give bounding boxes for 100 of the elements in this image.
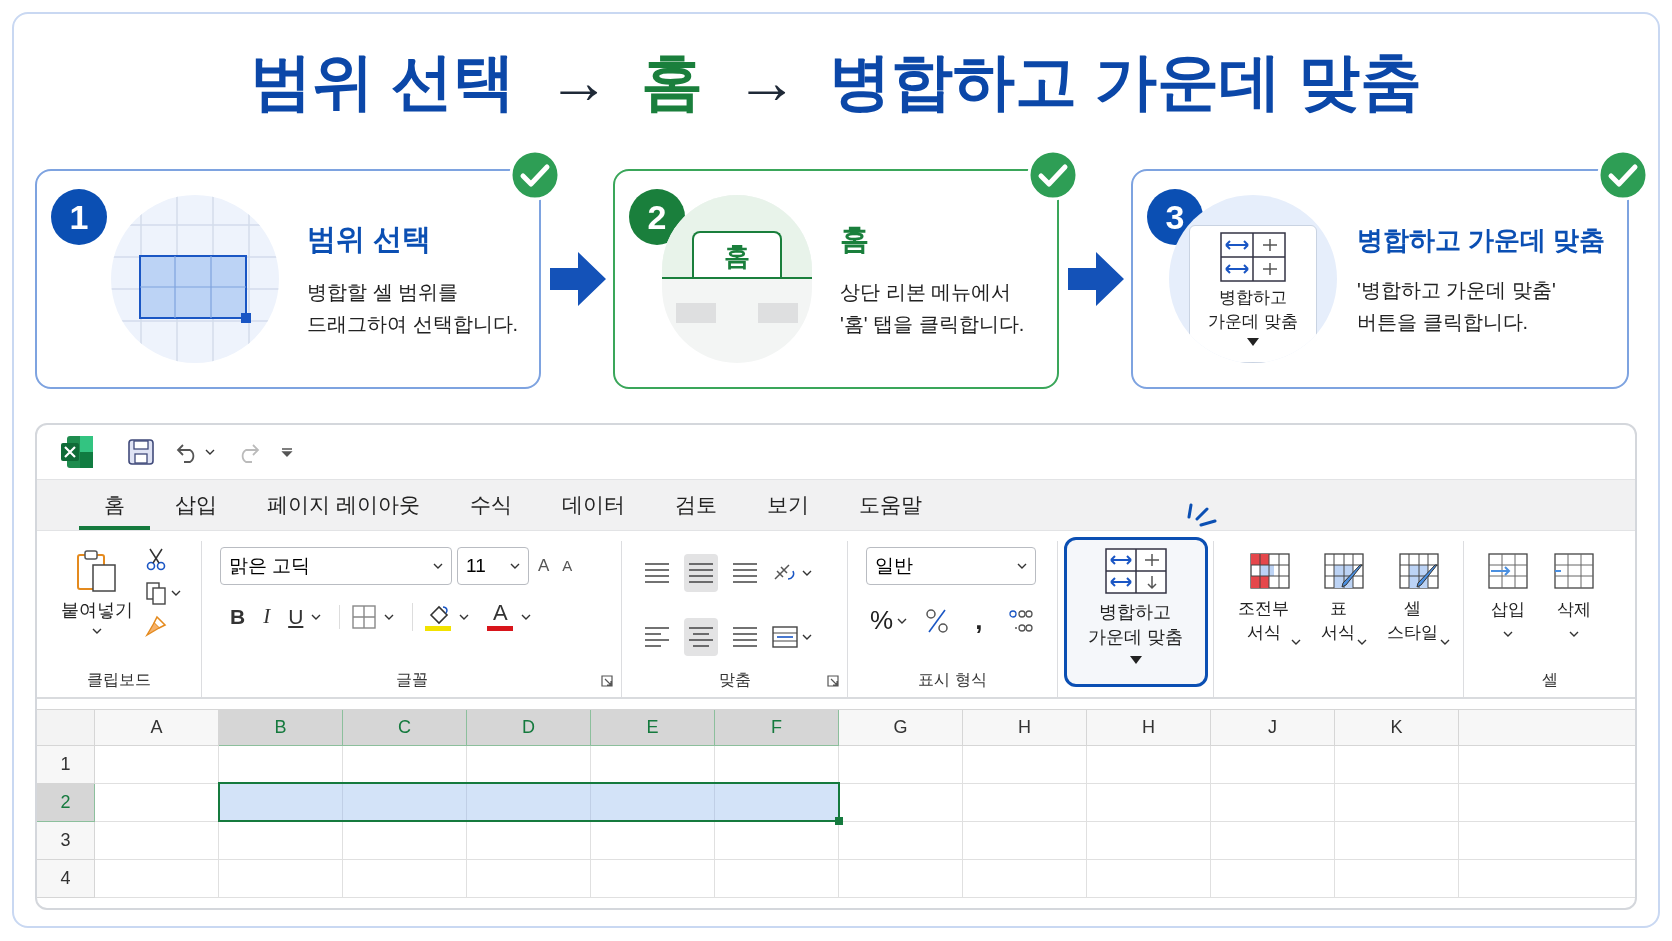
table-cell[interactable] — [95, 746, 219, 784]
row-header[interactable]: 3 — [37, 822, 95, 860]
dialog-launcher-icon[interactable] — [601, 675, 613, 687]
column-header[interactable]: B — [219, 710, 343, 746]
conditional-format-button[interactable]: 조전부 서식 — [1238, 553, 1301, 663]
grow-font-button[interactable]: A — [534, 553, 554, 579]
delete-cells-button[interactable]: 삭제 — [1554, 553, 1594, 663]
brush-icon[interactable] — [145, 615, 167, 637]
ribbon-tab[interactable]: 검토 — [649, 480, 742, 530]
table-cell[interactable] — [591, 784, 715, 822]
fill-color-button[interactable] — [412, 602, 470, 631]
table-cell[interactable] — [963, 822, 1087, 860]
cell-styles-button[interactable]: 셀 스타일 — [1387, 553, 1450, 663]
middle-align-button[interactable] — [684, 554, 718, 592]
table-cell[interactable] — [467, 784, 591, 822]
table-cell[interactable] — [591, 860, 715, 898]
group-label: 셀 — [1541, 670, 1558, 690]
merge-icon — [772, 625, 798, 649]
font-size-dropdown[interactable]: 11 — [457, 547, 529, 585]
table-cell[interactable] — [1087, 860, 1211, 898]
table-cell[interactable] — [839, 746, 963, 784]
shrink-font-button[interactable]: A — [558, 554, 577, 578]
merge-options-button[interactable] — [772, 625, 812, 649]
column-header[interactable]: C — [343, 710, 467, 746]
italic-button[interactable]: I — [263, 601, 271, 633]
decimal-places-icon[interactable] — [1008, 607, 1035, 634]
ribbon-tab[interactable]: 페이지 레이아웃 — [242, 480, 445, 530]
column-header[interactable]: H — [1087, 710, 1211, 746]
column-header[interactable]: A — [95, 710, 219, 746]
table-cell[interactable] — [219, 860, 343, 898]
table-cell[interactable] — [715, 784, 839, 822]
column-header[interactable] — [1459, 710, 1635, 746]
row-header[interactable]: 2 — [37, 784, 95, 822]
format-table-button[interactable]: 표 서식 — [1321, 553, 1367, 663]
font-name-dropdown[interactable]: 맑은 고딕 — [220, 547, 452, 585]
percent-style-icon[interactable] — [925, 607, 950, 634]
row-header[interactable]: 4 — [37, 860, 95, 898]
chevron-down-icon — [897, 617, 908, 624]
merge-and-center-button[interactable]: 병합하고 가운데 맞춤 — [1063, 537, 1208, 687]
table-cell[interactable] — [343, 860, 467, 898]
table-cell[interactable] — [95, 822, 219, 860]
table-cell[interactable] — [1335, 746, 1459, 784]
ribbon-tab[interactable]: 보기 — [741, 480, 834, 530]
customize-toolbar-icon[interactable] — [281, 447, 293, 457]
number-format-dropdown[interactable]: 일반 — [866, 547, 1036, 585]
column-header[interactable]: E — [591, 710, 715, 746]
table-cell[interactable] — [1335, 860, 1459, 898]
dialog-launcher-icon[interactable] — [827, 675, 839, 687]
column-header[interactable]: H — [963, 710, 1087, 746]
ribbon-tab[interactable]: 홈 — [79, 480, 150, 530]
comma-button[interactable]: , — [967, 601, 991, 640]
table-cell[interactable] — [1211, 860, 1335, 898]
ribbon-tab[interactable]: 삽입 — [150, 480, 242, 530]
table-cell[interactable] — [343, 822, 467, 860]
insert-cells-button[interactable]: 삽입 — [1488, 553, 1528, 663]
table-cell[interactable] — [95, 860, 219, 898]
table-cell[interactable] — [839, 860, 963, 898]
spreadsheet-app-icon[interactable] — [59, 434, 95, 470]
table-cell[interactable] — [1087, 822, 1211, 860]
table-cell[interactable] — [963, 860, 1087, 898]
merge-cells-icon — [1104, 548, 1167, 594]
table-cell[interactable] — [219, 784, 343, 822]
borders-button[interactable] — [339, 604, 395, 629]
undo-button[interactable] — [175, 441, 215, 463]
underline-button[interactable]: U — [288, 601, 304, 633]
chevron-down-icon — [521, 613, 532, 620]
table-cell[interactable] — [1087, 784, 1211, 822]
table-cell[interactable] — [467, 860, 591, 898]
column-header[interactable]: G — [839, 710, 963, 746]
column-header[interactable]: J — [1211, 710, 1335, 746]
table-cell[interactable] — [1087, 746, 1211, 784]
table-cell[interactable] — [219, 822, 343, 860]
table-cell[interactable] — [467, 822, 591, 860]
table-cell[interactable] — [1211, 746, 1335, 784]
scissors-icon[interactable] — [145, 547, 167, 571]
table-cell[interactable] — [1335, 822, 1459, 860]
bold-button[interactable]: B — [230, 601, 246, 633]
ribbon-tab[interactable]: 데이터 — [536, 480, 650, 530]
table-cell[interactable] — [715, 860, 839, 898]
ribbon-tab[interactable]: 수식 — [444, 480, 537, 530]
column-header[interactable]: F — [715, 710, 839, 746]
copy-button[interactable] — [145, 581, 181, 605]
select-all-corner[interactable] — [37, 710, 95, 746]
table-cell[interactable] — [343, 784, 467, 822]
paste-button[interactable]: 붙여넣기 — [37, 541, 145, 663]
font-color-button[interactable]: A — [487, 602, 532, 632]
column-header[interactable]: D — [467, 710, 591, 746]
table-cell[interactable] — [963, 746, 1087, 784]
save-icon[interactable] — [127, 438, 155, 466]
table-cell[interactable] — [1211, 822, 1335, 860]
percent-button[interactable]: % — [870, 601, 894, 640]
table-cell[interactable] — [591, 822, 715, 860]
column-header[interactable]: K — [1335, 710, 1459, 746]
center-button[interactable] — [684, 618, 718, 656]
table-cell[interactable] — [1211, 784, 1335, 822]
ribbon-tab[interactable]: 도움말 — [833, 480, 947, 530]
table-cell[interactable] — [1335, 784, 1459, 822]
row-header[interactable]: 1 — [37, 746, 95, 784]
table-cell[interactable] — [963, 784, 1087, 822]
fill-handle[interactable] — [835, 817, 843, 825]
